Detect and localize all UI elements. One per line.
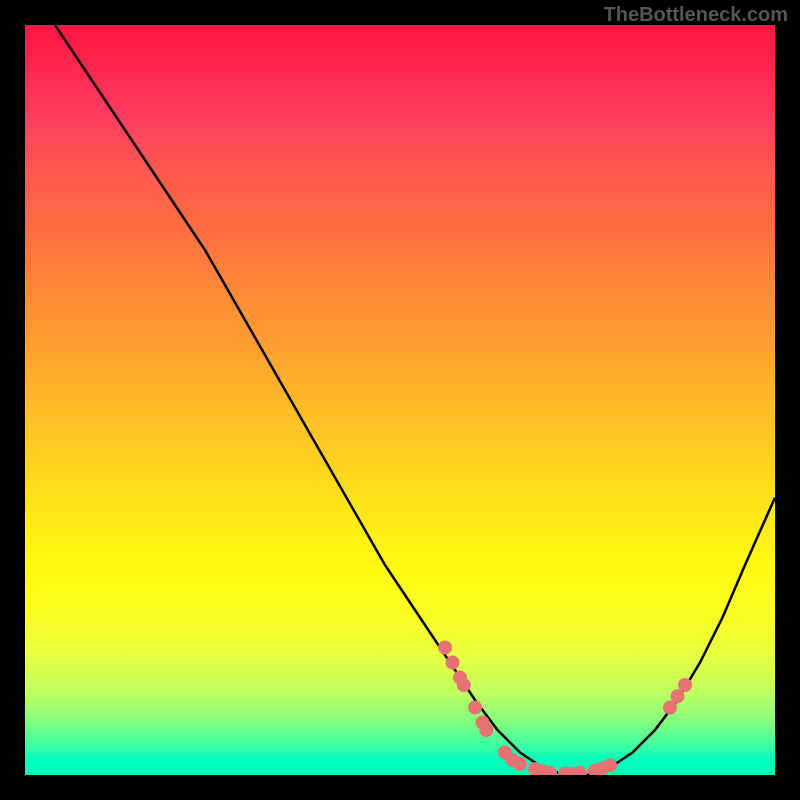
bottleneck-curve [55, 25, 775, 775]
plot-area [25, 25, 775, 775]
curve-marker [438, 641, 452, 655]
curve-markers [438, 641, 692, 776]
curve-marker [603, 758, 617, 772]
curve-marker [457, 678, 471, 692]
curve-marker [513, 757, 527, 771]
curve-marker [468, 701, 482, 715]
curve-marker [678, 678, 692, 692]
watermark-text: TheBottleneck.com [604, 4, 788, 27]
curve-marker [479, 723, 493, 737]
curve-marker [446, 656, 460, 670]
chart-svg [25, 25, 775, 775]
